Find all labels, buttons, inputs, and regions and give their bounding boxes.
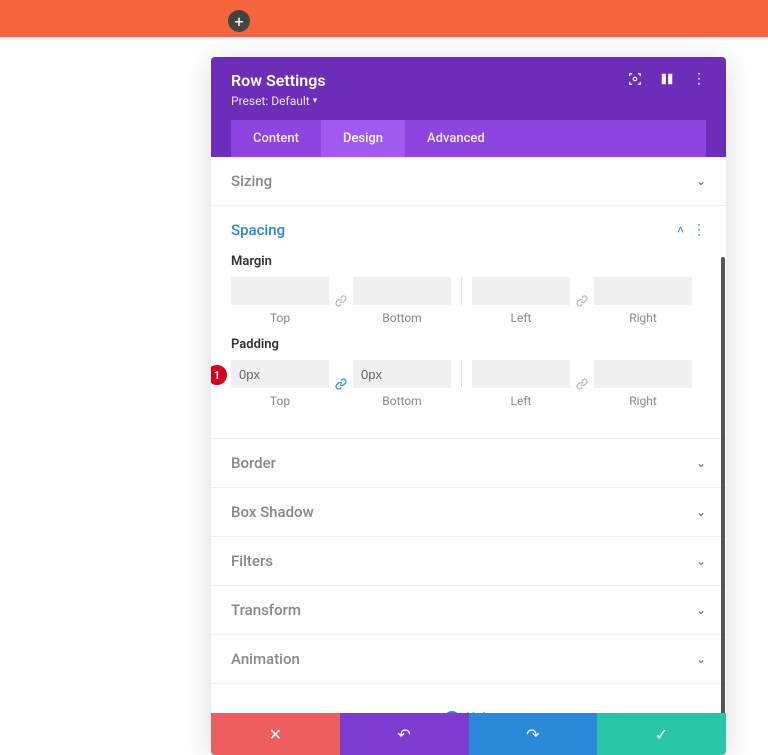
section-border-header[interactable]: Border ⌄	[211, 439, 726, 487]
section-title: Transform	[231, 601, 301, 619]
padding-right-input[interactable]	[594, 360, 692, 388]
columns-icon[interactable]	[660, 72, 674, 86]
chevron-down-icon: ⌄	[696, 456, 706, 470]
margin-top-input[interactable]	[231, 277, 329, 305]
margin-group: Margin Top Bottom	[231, 254, 706, 325]
redo-button[interactable]: ↷	[469, 713, 598, 755]
kebab-menu-icon[interactable]: ⋮	[692, 71, 706, 87]
save-button[interactable]: ✓	[597, 713, 726, 755]
modal-header: Row Settings Preset: Default ▾ ⋮ Content…	[211, 57, 726, 157]
help-row: ? Help	[211, 684, 726, 713]
section-title: Spacing	[231, 221, 285, 239]
undo-button[interactable]: ↶	[340, 713, 469, 755]
modal-footer: ✕ ↶ ↷ ✓	[211, 713, 726, 755]
chevron-down-icon: ▾	[313, 96, 318, 106]
header-actions: ⋮	[628, 71, 706, 87]
section-filters: Filters ⌄	[211, 537, 726, 586]
section-sizing: Sizing ⌄	[211, 157, 726, 206]
section-spacing: Spacing ˄ ⋮ Margin Top	[211, 206, 726, 439]
tab-advanced[interactable]: Advanced	[405, 120, 507, 157]
chevron-down-icon: ⌄	[696, 652, 706, 666]
margin-label: Margin	[231, 254, 706, 269]
link-icon[interactable]	[570, 370, 594, 398]
padding-label: Padding	[231, 337, 706, 352]
sublabel-left: Left	[511, 394, 532, 408]
section-spacing-header[interactable]: Spacing ˄ ⋮	[211, 206, 726, 254]
row-settings-modal: Row Settings Preset: Default ▾ ⋮ Content…	[211, 57, 726, 755]
sublabel-right: Right	[629, 311, 657, 325]
section-box-shadow-header[interactable]: Box Shadow ⌄	[211, 488, 726, 536]
sublabel-bottom: Bottom	[382, 311, 421, 325]
link-icon[interactable]	[329, 287, 353, 315]
annotation-badge: 1	[211, 365, 227, 385]
add-module-button[interactable]: +	[228, 10, 250, 32]
section-transform: Transform ⌄	[211, 586, 726, 635]
target-icon[interactable]	[628, 72, 642, 86]
section-filters-header[interactable]: Filters ⌄	[211, 537, 726, 585]
sublabel-right: Right	[629, 394, 657, 408]
kebab-menu-icon[interactable]: ⋮	[692, 222, 706, 238]
section-title: Sizing	[231, 172, 272, 190]
divider	[461, 360, 462, 388]
settings-tabs: Content Design Advanced	[231, 120, 706, 157]
section-sizing-header[interactable]: Sizing ⌄	[211, 157, 726, 205]
padding-top-input[interactable]	[231, 360, 329, 388]
preset-value: Default	[271, 94, 309, 108]
scrollbar[interactable]	[721, 257, 725, 713]
preset-label: Preset:	[231, 94, 268, 108]
sublabel-bottom: Bottom	[382, 394, 421, 408]
tab-content[interactable]: Content	[231, 120, 321, 157]
section-transform-header[interactable]: Transform ⌄	[211, 586, 726, 634]
padding-bottom-input[interactable]	[353, 360, 451, 388]
link-icon[interactable]	[329, 370, 353, 398]
chevron-down-icon: ⌄	[696, 603, 706, 617]
modal-body: Sizing ⌄ Spacing ˄ ⋮ Margin	[211, 157, 726, 713]
section-title: Box Shadow	[231, 503, 314, 521]
chevron-up-icon: ˄	[677, 223, 684, 237]
padding-group: 1 Padding Top	[231, 337, 706, 408]
sublabel-top: Top	[270, 394, 290, 408]
page-top-bar: +	[0, 0, 768, 37]
modal-title: Row Settings	[231, 71, 326, 90]
check-icon: ✓	[655, 725, 668, 744]
section-title: Border	[231, 454, 276, 472]
margin-left-input[interactable]	[472, 277, 570, 305]
section-title: Animation	[231, 650, 300, 668]
chevron-down-icon: ⌄	[696, 505, 706, 519]
chevron-down-icon: ⌄	[696, 174, 706, 188]
margin-bottom-input[interactable]	[353, 277, 451, 305]
preset-dropdown[interactable]: Preset: Default ▾	[231, 94, 326, 108]
section-animation-header[interactable]: Animation ⌄	[211, 635, 726, 683]
section-animation: Animation ⌄	[211, 635, 726, 684]
close-icon: ✕	[269, 725, 282, 744]
redo-icon: ↷	[526, 725, 539, 744]
divider	[461, 277, 462, 305]
sublabel-top: Top	[270, 311, 290, 325]
chevron-down-icon: ⌄	[696, 554, 706, 568]
padding-left-input[interactable]	[472, 360, 570, 388]
spacing-body: Margin Top Bottom	[211, 254, 726, 438]
cancel-button[interactable]: ✕	[211, 713, 340, 755]
help-label: Help	[466, 711, 493, 713]
section-title: Filters	[231, 552, 273, 570]
section-box-shadow: Box Shadow ⌄	[211, 488, 726, 537]
help-icon: ?	[444, 711, 460, 714]
section-border: Border ⌄	[211, 439, 726, 488]
sublabel-left: Left	[511, 311, 532, 325]
tab-design[interactable]: Design	[321, 120, 405, 157]
margin-right-input[interactable]	[594, 277, 692, 305]
help-link[interactable]: ? Help	[444, 711, 493, 714]
link-icon[interactable]	[570, 287, 594, 315]
undo-icon: ↶	[397, 725, 410, 744]
